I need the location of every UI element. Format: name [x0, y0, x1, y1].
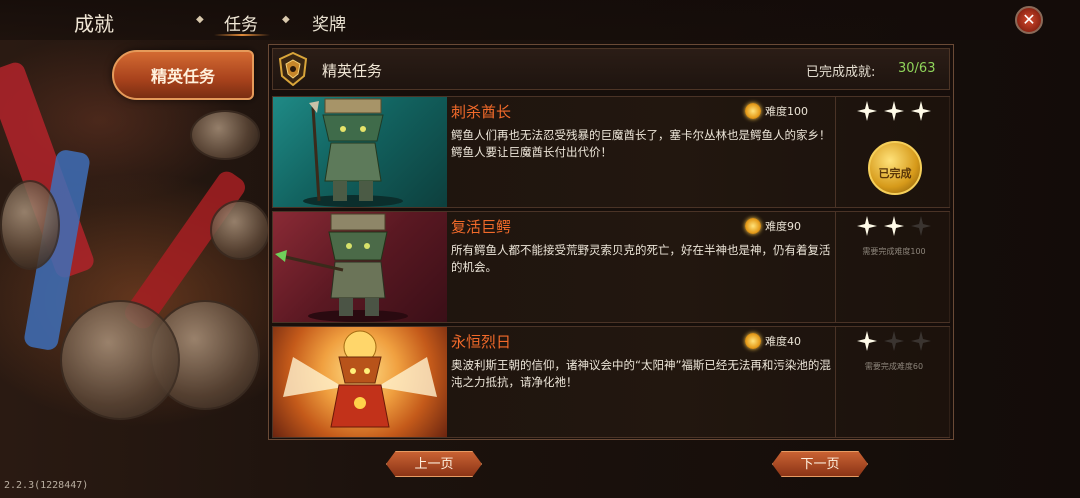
star-rating	[836, 331, 952, 355]
progress-value: 30/63	[898, 61, 936, 76]
mission-description: 奥波利斯王朝的信仰，诸神议会中的“太阳神”福斯已经无法再和污染池的混沌之力抵抗，…	[451, 358, 831, 389]
mission-row[interactable]: 永恒烈日 难度40 奥波利斯王朝的信仰，诸神议会中的“太阳神”福斯已经无法再和污…	[272, 326, 951, 438]
difficulty-label: 难度100	[765, 105, 808, 118]
sun-god-portrait	[283, 330, 437, 428]
mission-row[interactable]: 复活巨鳄 难度90 所有鳄鱼人都不能接受荒野灵索贝克的死亡，好在半神也是神，仍有…	[272, 211, 951, 323]
close-button[interactable]: ✕	[1015, 6, 1043, 34]
prev-page-button[interactable]: 上一页	[386, 451, 482, 477]
coin	[0, 180, 60, 270]
difficulty-badge: 难度40	[745, 333, 801, 349]
coin	[190, 110, 260, 160]
star-filled-icon	[884, 101, 904, 121]
star-empty-icon	[911, 331, 932, 351]
mission-thumbnail	[273, 97, 447, 207]
sidebar-item-label: 精英任务	[150, 67, 215, 86]
mission-row[interactable]: 刺杀酋长 难度100 鳄鱼人们再也无法忍受残暴的巨魔酋长了，塞卡尔丛林也是鳄鱼人…	[272, 96, 951, 208]
tab-bullet-icon: ◆	[196, 14, 204, 25]
reward-area: 需要完成难度60	[835, 327, 951, 437]
progress-label: 已完成成就:	[806, 65, 876, 80]
close-icon: ✕	[1022, 10, 1036, 29]
troll-chief-portrait	[303, 98, 403, 207]
tab-medals[interactable]: 奖牌	[312, 10, 346, 35]
reward-area: 需要完成难度100	[835, 212, 951, 322]
page-title: 成就	[74, 12, 114, 36]
requirement-text: 需要完成难度100	[862, 247, 926, 256]
star-rating	[836, 216, 952, 240]
difficulty-label: 难度40	[765, 335, 801, 348]
mission-thumbnail	[273, 212, 447, 322]
star-filled-icon	[911, 101, 932, 121]
mission-thumbnail	[273, 327, 447, 437]
star-filled-icon	[856, 216, 877, 236]
star-filled-icon	[884, 216, 904, 236]
sun-icon	[745, 103, 761, 119]
mission-title: 复活巨鳄	[451, 218, 512, 236]
coin	[210, 200, 270, 260]
medal-label: 已完成	[878, 167, 912, 180]
panel-title: 精英任务	[322, 62, 383, 80]
top-bar	[0, 0, 1080, 40]
sun-icon	[745, 333, 761, 349]
tab-missions[interactable]: 任务	[224, 10, 258, 35]
mission-title: 永恒烈日	[451, 333, 512, 351]
mission-description: 鳄鱼人们再也无法忍受残暴的巨魔酋长了，塞卡尔丛林也是鳄鱼人的家乡！鳄鱼人要让巨魔…	[451, 128, 831, 159]
star-empty-icon	[911, 216, 932, 236]
difficulty-badge: 难度90	[745, 218, 801, 234]
version-label: 2.2.3(1228447)	[4, 480, 89, 491]
difficulty-label: 难度90	[765, 220, 801, 233]
requirement-text: 需要完成难度60	[864, 362, 924, 371]
giant-crocodile-portrait	[275, 213, 408, 322]
mission-description: 所有鳄鱼人都不能接受荒野灵索贝克的死亡，好在半神也是神，仍有着复活的机会。	[451, 243, 831, 274]
active-tab-indicator	[214, 34, 270, 36]
reward-area: 已完成	[835, 97, 951, 207]
star-filled-icon	[856, 331, 877, 351]
next-page-button[interactable]: 下一页	[772, 451, 868, 477]
star-filled-icon	[856, 101, 877, 121]
completed-medal: 已完成	[868, 141, 922, 195]
difficulty-badge: 难度100	[745, 103, 808, 119]
sun-icon	[745, 218, 761, 234]
sidebar-item-elite-missions[interactable]: 精英任务	[112, 50, 254, 100]
mission-title: 刺杀酋长	[451, 103, 512, 121]
coin	[60, 300, 180, 420]
star-rating	[836, 101, 952, 125]
star-empty-icon	[884, 331, 904, 351]
tab-bullet-icon: ◆	[282, 14, 290, 25]
elite-emblem-icon	[278, 52, 308, 86]
